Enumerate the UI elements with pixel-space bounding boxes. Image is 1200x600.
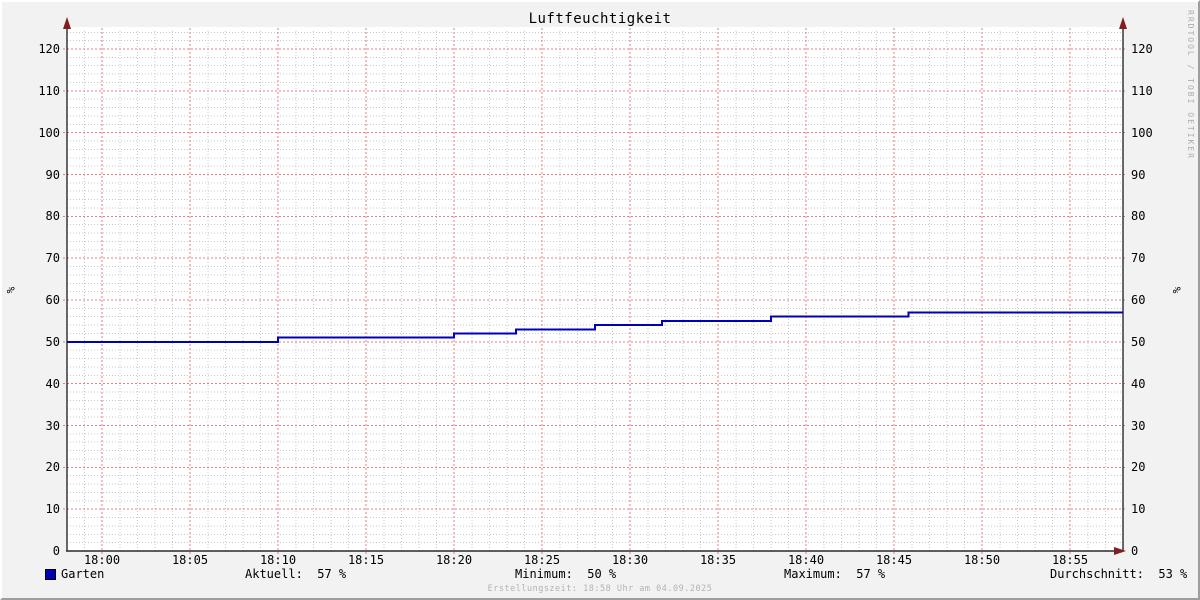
stat-aktuell: Aktuell: 57 % [245, 567, 347, 581]
y-tick-label-right: 60 [1131, 293, 1146, 307]
y-tick-label-left: 10 [45, 502, 60, 516]
x-tick-label: 18:05 [171, 553, 209, 567]
y-tick-label-right: 70 [1131, 251, 1146, 265]
x-tick-label: 18:30 [611, 553, 649, 567]
y-axis-unit-right: % [1170, 286, 1184, 294]
y-tick-label-right: 110 [1131, 84, 1153, 98]
x-tick-label: 18:15 [347, 553, 385, 567]
humidity-chart [63, 17, 1127, 555]
x-tick-label: 18:45 [875, 553, 913, 567]
y-tick-label-right: 100 [1131, 126, 1153, 140]
y-tick-label-right: 90 [1131, 168, 1146, 182]
y-tick-label-left: 50 [45, 335, 60, 349]
y-tick-label-right: 50 [1131, 335, 1146, 349]
x-tick-label: 18:20 [435, 553, 473, 567]
y-tick-label-right: 120 [1131, 42, 1153, 56]
y-axis-unit-left: % [4, 286, 18, 294]
y-tick-label-right: 80 [1131, 209, 1146, 223]
x-tick-label: 18:40 [787, 553, 825, 567]
rrdtool-watermark: RRDTOOL / TOBI OETIKER [1186, 10, 1195, 160]
y-tick-label-left: 110 [38, 84, 60, 98]
x-tick-label: 18:35 [699, 553, 737, 567]
y-tick-label-left: 20 [45, 460, 60, 474]
x-tick-label: 18:25 [523, 553, 561, 567]
x-tick-label: 18:50 [963, 553, 1001, 567]
y-tick-label-left: 30 [45, 419, 60, 433]
x-tick-label: 18:00 [83, 553, 121, 567]
stat-durchschnitt: Durchschnitt: 53 % [1050, 567, 1188, 581]
stat-minimum: Minimum: 50 % [515, 567, 617, 581]
y-tick-label-left: 0 [52, 544, 60, 558]
y-tick-label-left: 70 [45, 251, 60, 265]
x-tick-label: 18:10 [259, 553, 297, 567]
y-tick-label-left: 40 [45, 377, 60, 391]
legend-series-label: Garten [61, 567, 105, 581]
y-tick-label-right: 40 [1131, 377, 1146, 391]
y-tick-label-left: 60 [45, 293, 60, 307]
y-tick-label-right: 30 [1131, 419, 1146, 433]
x-tick-label: 18:55 [1051, 553, 1089, 567]
y-tick-label-left: 80 [45, 209, 60, 223]
y-tick-label-right: 20 [1131, 460, 1146, 474]
y-tick-label-left: 90 [45, 168, 60, 182]
creation-timestamp: Erstellungszeit: 18:58 Uhr am 04.09.2025 [487, 584, 713, 594]
rrdtool-graph: Luftfeuchtigkeit 0 0 10 10 20 20 30 30 40 40 50 50 6… [0, 0, 1200, 600]
y-tick-label-right: 10 [1131, 502, 1146, 516]
legend-swatch-garten [45, 569, 56, 580]
stat-maximum: Maximum: 57 % [784, 567, 886, 581]
y-tick-label-left: 100 [38, 126, 60, 140]
y-tick-label-right: 0 [1131, 544, 1139, 558]
y-tick-label-left: 120 [38, 42, 60, 56]
